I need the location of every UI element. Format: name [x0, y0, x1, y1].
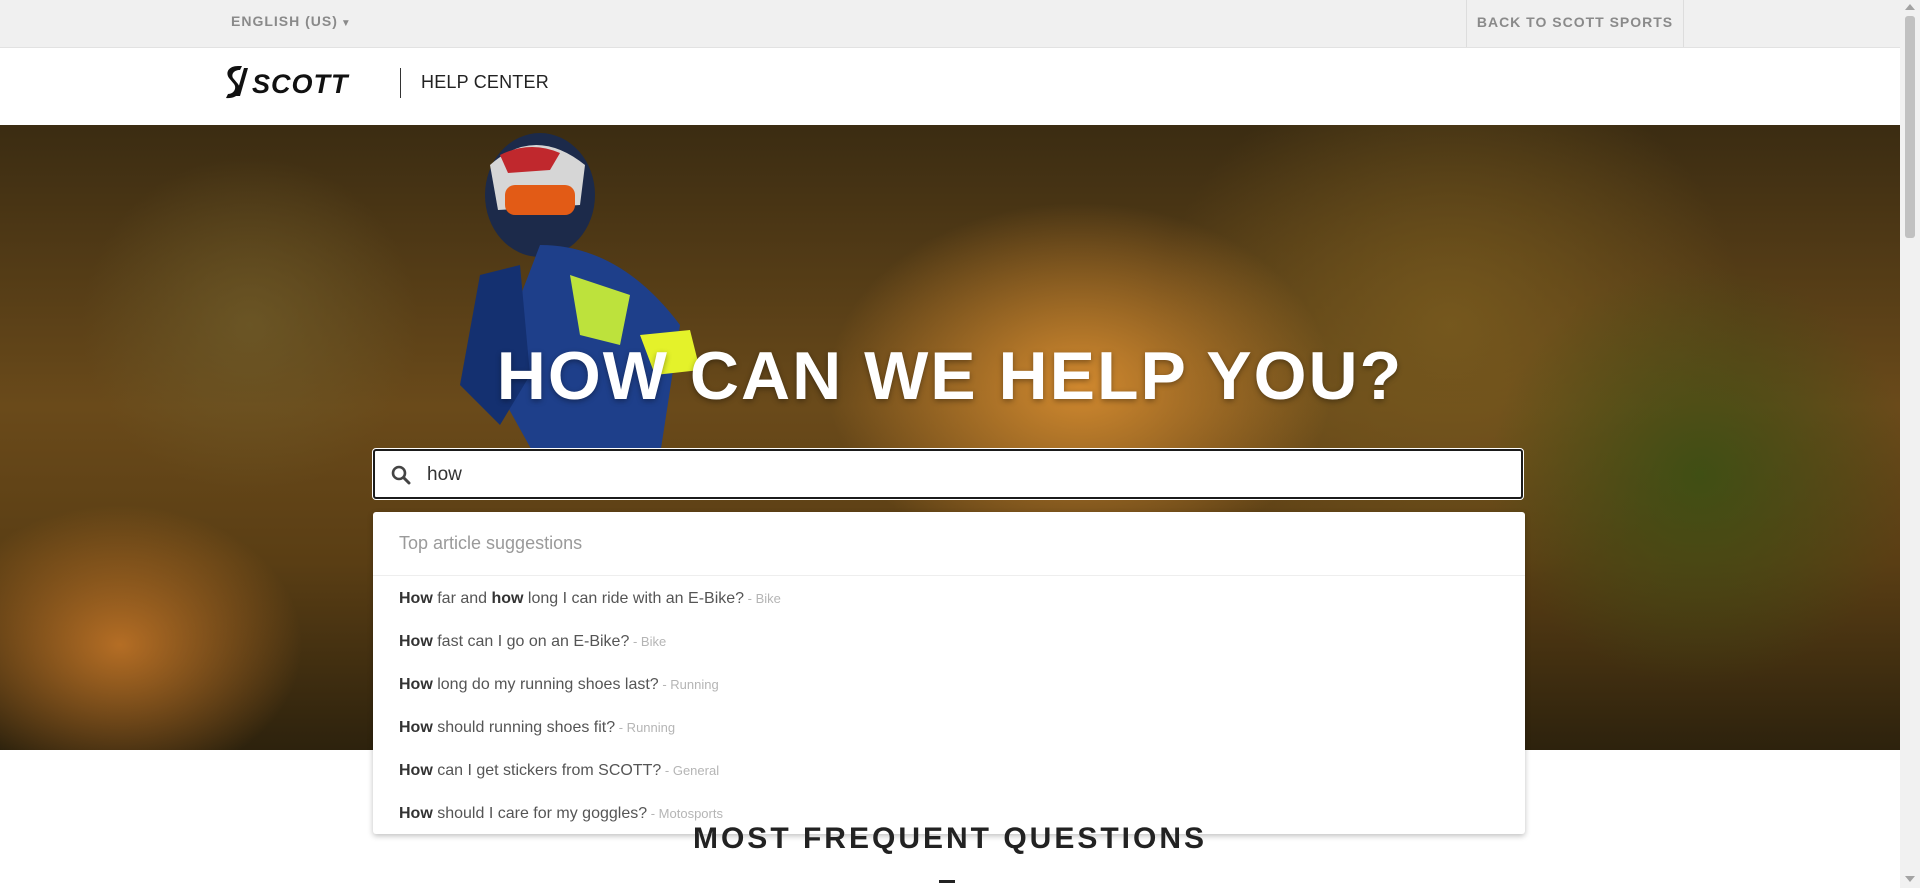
suggestion-text: should I care for my goggles? — [432, 805, 648, 822]
scroll-up-arrow-icon[interactable] — [1905, 4, 1915, 10]
suggestion-match: How — [399, 633, 433, 650]
suggestion-category: - Motosports — [647, 806, 723, 821]
suggestion-item[interactable]: How far and how long I can ride with an … — [373, 582, 1525, 625]
suggestion-text: should running shoes fit? — [432, 719, 616, 736]
faq-section-title: MOST FREQUENT QUESTIONS — [692, 822, 1208, 855]
suggestion-item[interactable]: How fast can I go on an E-Bike? - Bike — [373, 625, 1525, 668]
header-divider — [400, 68, 401, 98]
suggestion-text: fast can I go on an E-Bike? — [432, 633, 630, 650]
suggestion-text: long do my running shoes last? — [432, 676, 659, 693]
language-label: ENGLISH (US) — [231, 13, 338, 29]
suggestion-category: - Running — [615, 720, 676, 735]
suggestion-category: - Running — [658, 677, 719, 692]
suggestion-category: - Bike — [744, 591, 781, 606]
hero-title: HOW CAN WE HELP YOU? — [496, 338, 1404, 414]
site-header: SCOTT HELP CENTER — [0, 48, 1900, 125]
search-box[interactable] — [373, 449, 1523, 499]
suggestion-match: How — [399, 805, 433, 822]
suggestion-match: How — [399, 590, 433, 607]
search-suggestions: Top article suggestions How far and how … — [373, 512, 1525, 834]
search-input[interactable] — [425, 459, 1509, 491]
back-to-scott-sports-link[interactable]: BACK TO SCOTT SPORTS — [1466, 0, 1684, 47]
suggestion-text: far and — [432, 590, 492, 607]
suggestion-category: - Bike — [629, 634, 667, 649]
suggestion-item[interactable]: How long do my running shoes last? - Run… — [373, 668, 1525, 711]
top-bar: ENGLISH (US) ▼ BACK TO SCOTT SPORTS — [0, 0, 1900, 48]
language-selector[interactable]: ENGLISH (US) ▼ — [231, 13, 352, 29]
suggestion-match: how — [491, 590, 524, 607]
suggestions-heading: Top article suggestions — [373, 512, 1525, 576]
scroll-down-arrow-icon[interactable] — [1905, 876, 1915, 882]
suggestion-item[interactable]: How should running shoes fit? - Running — [373, 711, 1525, 754]
suggestion-match: How — [399, 676, 433, 693]
suggestion-category: - General — [661, 763, 720, 778]
help-center-label[interactable]: HELP CENTER — [421, 72, 549, 93]
logo-text: SCOTT — [252, 69, 350, 99]
suggestion-text: can I get stickers from SCOTT? — [432, 762, 662, 779]
search-icon — [391, 465, 411, 485]
suggestion-item[interactable]: How can I get stickers from SCOTT? - Gen… — [373, 754, 1525, 797]
scroll-thumb[interactable] — [1905, 16, 1915, 238]
scott-logo[interactable]: SCOTT — [224, 64, 380, 100]
suggestion-text: long I can ride with an E-Bike? — [523, 590, 745, 607]
title-underline — [939, 880, 955, 883]
suggestion-match: How — [399, 719, 433, 736]
page-scrollbar[interactable] — [1900, 0, 1920, 888]
suggestion-match: How — [399, 762, 433, 779]
rider-image — [460, 133, 700, 465]
suggestions-list: How far and how long I can ride with an … — [373, 576, 1525, 840]
chevron-down-icon: ▼ — [340, 18, 352, 29]
